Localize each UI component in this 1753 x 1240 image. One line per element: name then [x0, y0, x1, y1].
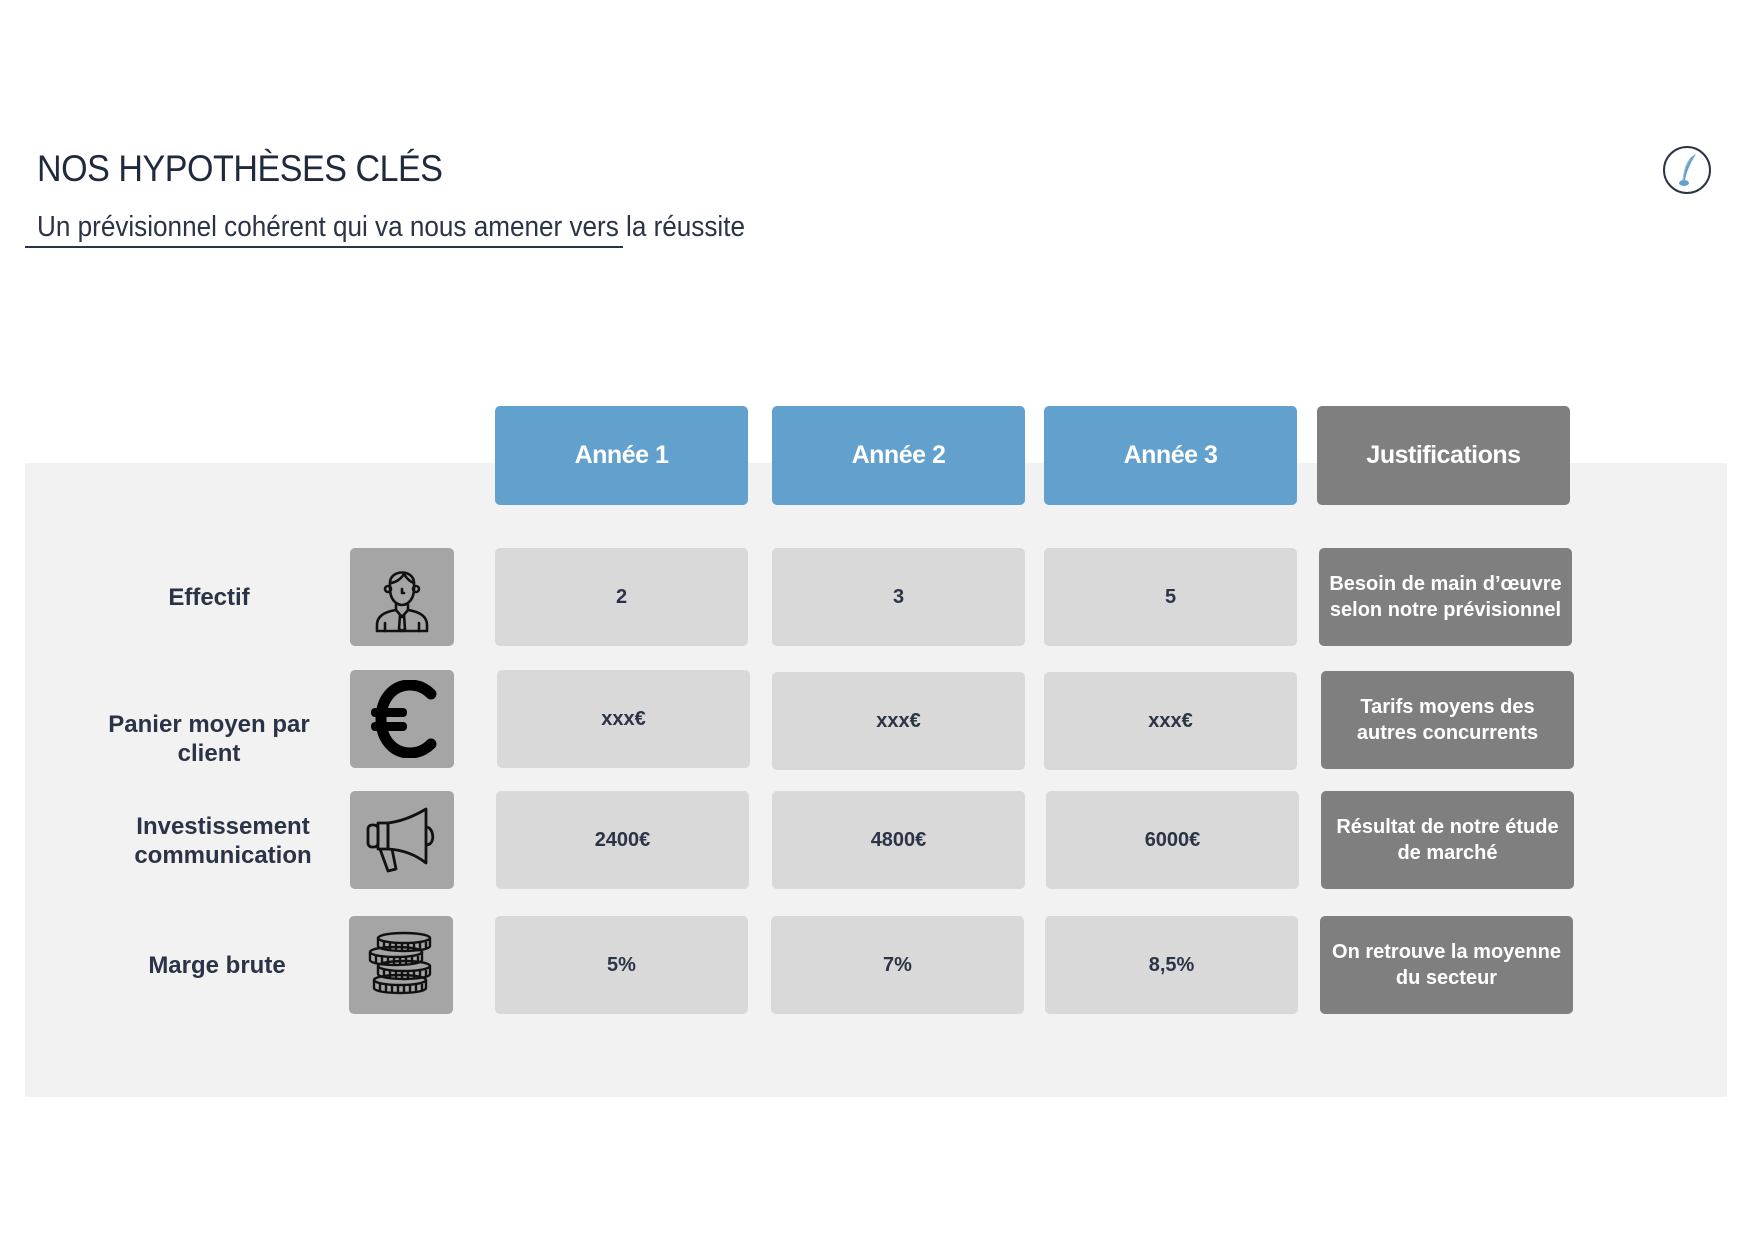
cell-year-3: 8,5%	[1045, 916, 1298, 1014]
cell-year-1: xxx€	[497, 670, 750, 768]
column-header-year-3: Année 3	[1044, 406, 1297, 505]
column-header-year-1: Année 1	[495, 406, 748, 505]
row-label: Effectif	[168, 583, 250, 611]
row-label: Panier moyen par client	[108, 711, 310, 767]
euro-icon	[350, 670, 454, 768]
cell-year-2: 7%	[771, 916, 1024, 1014]
page-subtitle: Un prévisionnel cohérent qui va nous ame…	[37, 211, 745, 243]
column-header-justifications: Justifications	[1317, 406, 1570, 505]
quill-pen-icon	[1663, 146, 1711, 194]
cell-justification: Tarifs moyens des autres concurrents	[1321, 671, 1574, 769]
cell-year-3: 5	[1044, 548, 1297, 646]
subtitle-underline	[25, 246, 623, 248]
page-title: NOS HYPOTHÈSES CLÉS	[37, 148, 443, 189]
employee-icon	[350, 548, 454, 646]
cell-year-3: xxx€	[1044, 672, 1297, 770]
cell-justification: On retrouve la moyenne du secteur	[1320, 916, 1573, 1014]
cell-justification: Besoin de main d’œuvre selon notre prévi…	[1319, 548, 1572, 646]
cell-year-3: 6000€	[1046, 791, 1299, 889]
row-label: Marge brute	[148, 951, 286, 979]
cell-year-1: 2400€	[496, 791, 749, 889]
cell-year-1: 2	[495, 548, 748, 646]
cell-year-1: 5%	[495, 916, 748, 1014]
coins-stack-icon	[349, 916, 453, 1014]
cell-year-2: xxx€	[772, 672, 1025, 770]
cell-year-2: 3	[772, 548, 1025, 646]
cell-year-2: 4800€	[772, 791, 1025, 889]
column-header-year-2: Année 2	[772, 406, 1025, 505]
row-label: Investissement communication	[134, 813, 312, 869]
cell-justification: Résultat de notre étude de marché	[1321, 791, 1574, 889]
megaphone-icon	[350, 791, 454, 889]
